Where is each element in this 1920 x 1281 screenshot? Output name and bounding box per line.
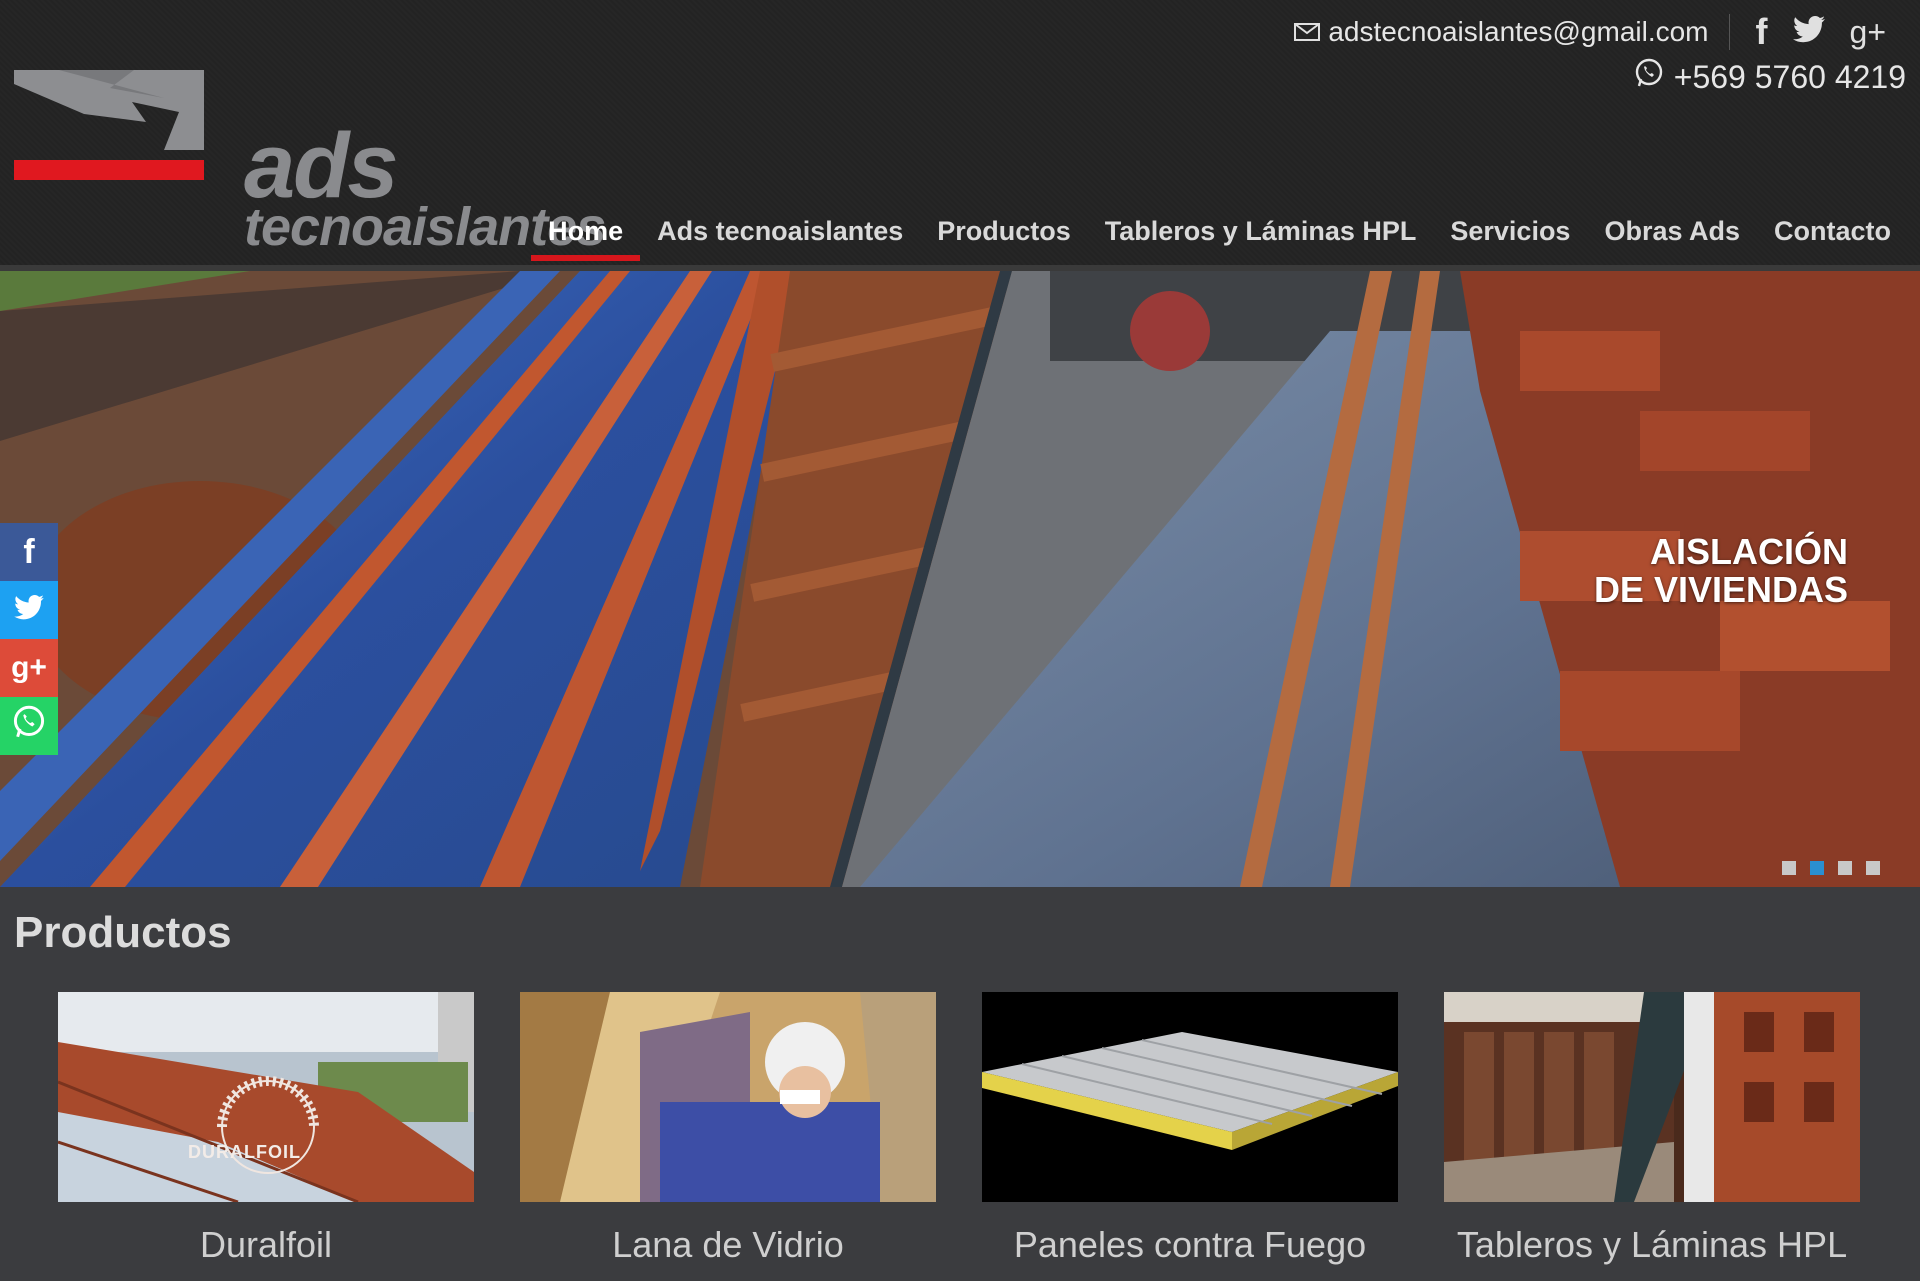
share-facebook-button[interactable]: f xyxy=(0,523,58,581)
logo-mark-icon xyxy=(14,70,204,180)
site-logo[interactable]: ads tecnoaislantes xyxy=(14,62,606,254)
products-grid: DURALFOIL Duralfoil Lana de Vidrio Panel… xyxy=(58,992,1868,1272)
divider xyxy=(1728,14,1730,50)
whatsapp-icon xyxy=(12,705,46,748)
main-nav: Home Ads tecnoaislantes Productos Tabler… xyxy=(531,206,1908,261)
google-plus-icon[interactable]: g+ xyxy=(1850,16,1886,48)
slider-pagination xyxy=(1782,861,1880,875)
social-links-top: f g+ xyxy=(1756,14,1886,50)
hero-caption-line2: DE VIVIENDAS xyxy=(1593,569,1848,610)
product-label[interactable]: Lana de Vidrio xyxy=(520,1224,936,1266)
facebook-icon[interactable]: f xyxy=(1756,14,1768,50)
phone-text: +569 5760 4219 xyxy=(1673,58,1906,95)
slider-dot[interactable] xyxy=(1838,861,1852,875)
products-heading: Productos xyxy=(14,908,232,957)
twitter-icon[interactable] xyxy=(1792,14,1826,50)
nav-home[interactable]: Home xyxy=(531,206,641,261)
product-image[interactable] xyxy=(982,992,1398,1202)
product-card-duralfoil[interactable]: DURALFOIL Duralfoil xyxy=(58,992,474,1266)
mail-icon xyxy=(1294,16,1321,48)
nav-tableros-laminas[interactable]: Tableros y Láminas HPL xyxy=(1088,206,1434,256)
product-card-lana-de-vidrio[interactable]: Lana de Vidrio xyxy=(520,992,936,1266)
share-whatsapp-button[interactable] xyxy=(0,697,58,755)
share-google-plus-button[interactable]: g+ xyxy=(0,639,58,697)
slider-dot[interactable] xyxy=(1866,861,1880,875)
email-text: adstecnoaislantes@gmail.com xyxy=(1328,16,1709,47)
product-card-tableros-laminas-hpl[interactable]: Tableros y Láminas HPL xyxy=(1444,992,1860,1266)
email-link[interactable]: adstecnoaislantes@gmail.com xyxy=(1294,16,1709,48)
twitter-icon xyxy=(13,591,45,630)
nav-productos[interactable]: Productos xyxy=(920,206,1088,256)
nav-ads-tecnoaislantes[interactable]: Ads tecnoaislantes xyxy=(640,206,920,256)
site-header: ads tecnoaislantes adstecnoaislantes@gma… xyxy=(0,0,1920,265)
nav-contacto[interactable]: Contacto xyxy=(1757,206,1908,256)
hero-caption-line1: AISLACIÓN xyxy=(1650,531,1848,572)
slider-dot-active[interactable] xyxy=(1810,861,1824,875)
phone-link[interactable]: +569 5760 4219 xyxy=(1634,58,1906,96)
share-twitter-button[interactable] xyxy=(0,581,58,639)
hero-caption: AISLACIÓN DE VIVIENDAS xyxy=(1594,533,1848,609)
product-image[interactable] xyxy=(1444,992,1860,1202)
duralfoil-watermark: DURALFOIL xyxy=(188,1142,301,1162)
share-sidebar: f g+ xyxy=(0,523,58,755)
nav-servicios[interactable]: Servicios xyxy=(1433,206,1587,256)
whatsapp-icon xyxy=(1634,58,1664,96)
product-label[interactable]: Paneles contra Fuego xyxy=(982,1224,1398,1266)
facebook-icon: f xyxy=(23,532,35,571)
product-label[interactable]: Duralfoil xyxy=(58,1224,474,1266)
product-label[interactable]: Tableros y Láminas HPL xyxy=(1444,1224,1860,1266)
contact-bar: adstecnoaislantes@gmail.com f g+ xyxy=(1294,10,1886,54)
product-image[interactable] xyxy=(520,992,936,1202)
google-plus-icon: g+ xyxy=(11,651,47,684)
slider-dot[interactable] xyxy=(1782,861,1796,875)
hero-slider[interactable]: AISLACIÓN DE VIVIENDAS xyxy=(0,271,1920,887)
product-card-paneles-contra-fuego[interactable]: Paneles contra Fuego xyxy=(982,992,1398,1266)
product-image[interactable]: DURALFOIL xyxy=(58,992,474,1202)
nav-obras-ads[interactable]: Obras Ads xyxy=(1587,206,1757,256)
